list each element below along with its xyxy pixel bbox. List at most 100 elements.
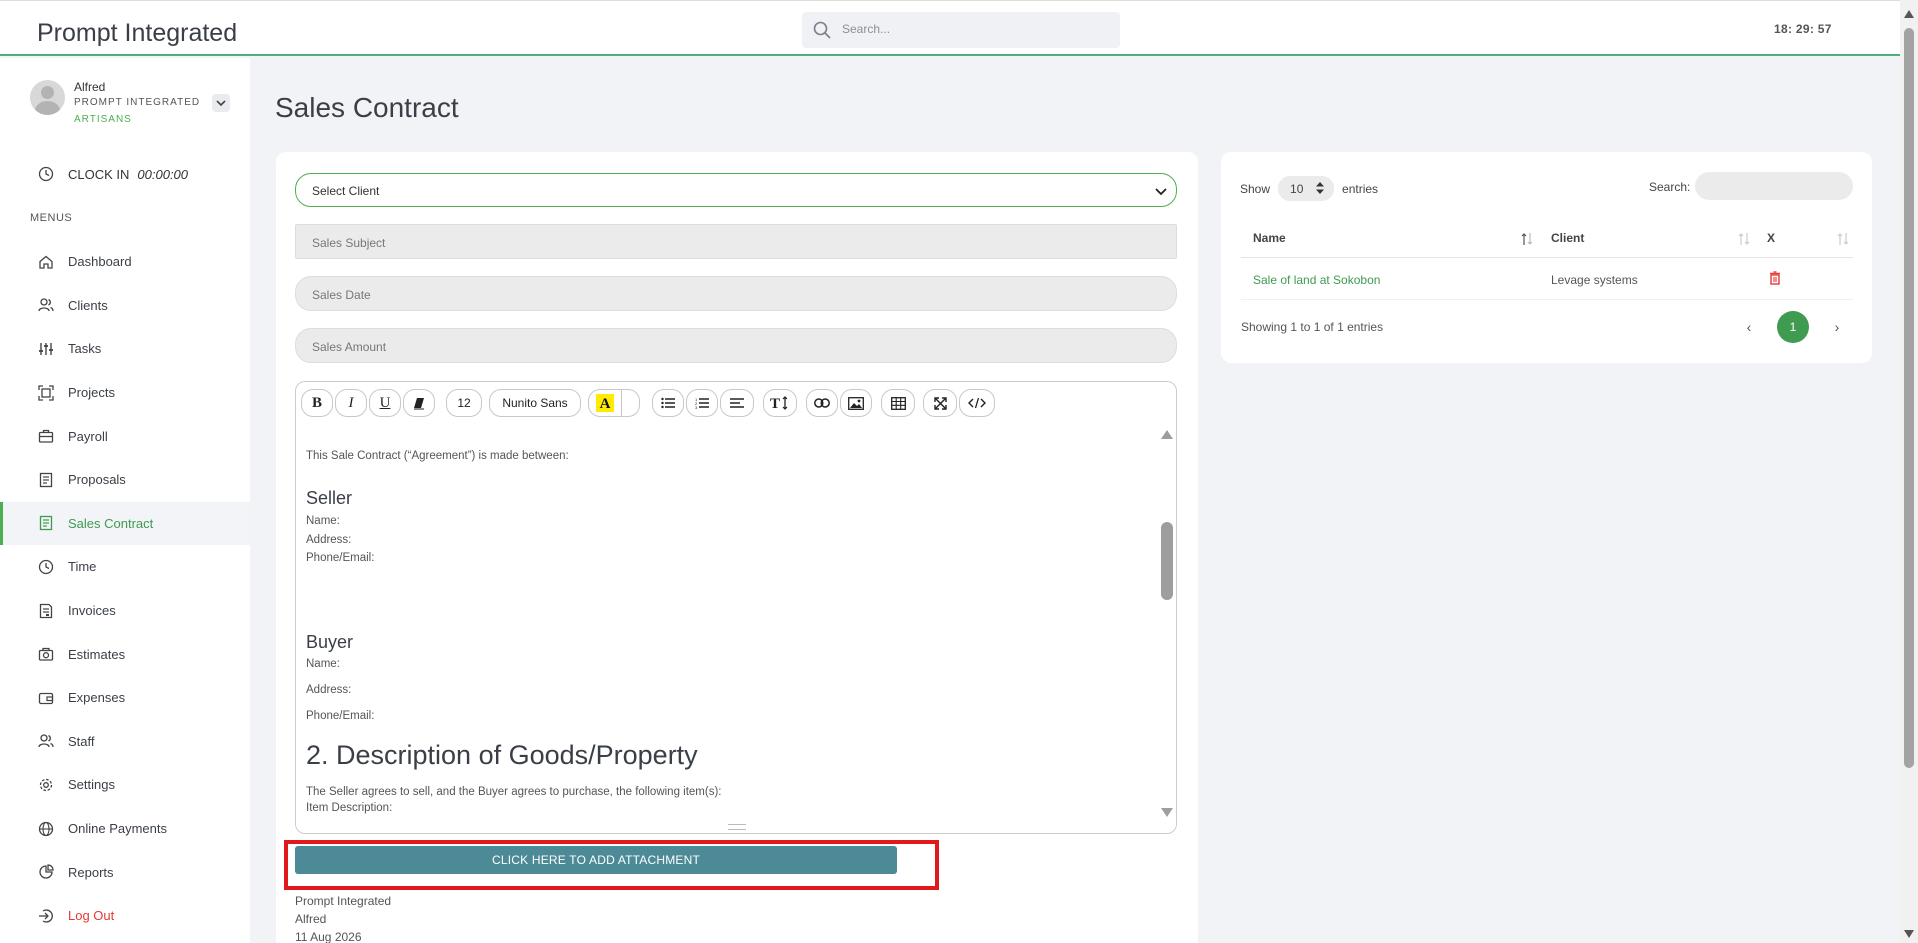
sidebar-item-proposals[interactable]: Proposals <box>0 458 250 502</box>
sidebar-item-settings[interactable]: Settings <box>0 763 250 807</box>
italic-button[interactable]: I <box>335 389 367 417</box>
users-icon <box>38 734 54 748</box>
insert-image-button[interactable] <box>840 389 872 417</box>
sidebar-item-label: Proposals <box>68 472 126 488</box>
sidebar-item-payroll[interactable]: Payroll <box>0 414 250 458</box>
font-size-dropdown[interactable]: 12 <box>446 389 482 417</box>
rich-text-editor[interactable]: B I U 12 Nunito Sans A 123 T This Sale C… <box>295 381 1177 834</box>
sidebar: Alfred PROMPT INTEGRATED ARTISANS CLOCK … <box>0 58 250 943</box>
entries-select[interactable]: 10 <box>1278 176 1335 201</box>
sidebar-item-clients[interactable]: Clients <box>0 284 250 328</box>
fullscreen-button[interactable] <box>923 389 957 417</box>
chevron-down-icon <box>1155 188 1167 196</box>
scrollbar-thumb[interactable] <box>1904 28 1914 768</box>
editor-scrollbar[interactable] <box>1158 422 1176 822</box>
contract-client: Levage systems <box>1551 273 1638 287</box>
user-name: Alfred <box>74 80 106 94</box>
sidebar-item-tasks[interactable]: Tasks <box>0 327 250 371</box>
svg-text:3: 3 <box>695 405 698 409</box>
insert-table-button[interactable] <box>881 389 915 417</box>
sidebar-item-online-payments[interactable]: Online Payments <box>0 807 250 851</box>
sidebar-item-label: Staff <box>68 733 95 749</box>
document-icon <box>39 472 53 487</box>
editor-scroll-down[interactable] <box>1161 808 1173 817</box>
bullet-list-button[interactable] <box>652 389 684 417</box>
sidebar-item-label: Settings <box>68 777 115 793</box>
clear-format-button[interactable] <box>403 389 435 417</box>
expand-icon <box>933 396 947 410</box>
sidebar-item-log-out[interactable]: Log Out <box>0 894 250 938</box>
sales-date-input[interactable]: Sales Date <box>295 276 1177 311</box>
brand-title[interactable]: Prompt Integrated <box>37 19 237 48</box>
sidebar-item-staff[interactable]: Staff <box>0 720 250 764</box>
sidebar-item-sales-contract[interactable]: Sales Contract <box>0 501 250 546</box>
font-family-dropdown[interactable]: Nunito Sans <box>489 389 581 417</box>
text-color-button[interactable]: A <box>588 389 640 417</box>
sidebar-item-label: Invoices <box>68 603 116 619</box>
sliders-icon <box>39 342 53 355</box>
sidebar-item-estimates[interactable]: Estimates <box>0 632 250 676</box>
search-icon <box>813 21 831 39</box>
add-attachment-button[interactable]: CLICK HERE TO ADD ATTACHMENT <box>295 846 897 874</box>
sales-subject-placeholder: Sales Subject <box>312 236 386 250</box>
editor-resize-handle[interactable] <box>728 824 746 830</box>
sidebar-item-label: Payroll <box>68 428 108 444</box>
eraser-icon <box>414 398 424 410</box>
footer-user: Alfred <box>295 912 327 926</box>
column-header-name[interactable]: Name <box>1253 231 1286 245</box>
user-menu-toggle[interactable] <box>212 94 230 112</box>
sidebar-item-label: Clients <box>68 297 108 313</box>
sidebar-item-invoices[interactable]: Invoices <box>0 589 250 633</box>
sidebar-item-reports[interactable]: Reports <box>0 850 250 894</box>
users-icon <box>38 298 54 312</box>
section2-next: Item Description: <box>306 802 393 814</box>
insert-link-button[interactable] <box>806 389 838 417</box>
sidebar-item-label: Tasks <box>68 341 102 357</box>
column-header-x[interactable]: X <box>1767 231 1775 245</box>
buyer-heading: Buyer <box>306 632 354 652</box>
previous-page-button[interactable]: ‹ <box>1741 319 1757 335</box>
text-color-icon: A <box>596 394 614 412</box>
contract-name-link[interactable]: Sale of land at Sokobon <box>1253 273 1380 287</box>
scroll-down-arrow[interactable] <box>1904 930 1914 938</box>
sales-subject-input[interactable]: Sales Subject <box>295 224 1177 259</box>
sales-contracts-table: Show 10 entries Search: Name Client X Sa… <box>1221 152 1872 363</box>
code-view-button[interactable] <box>959 389 995 417</box>
align-button[interactable] <box>720 389 754 417</box>
sales-amount-input[interactable]: Sales Amount <box>295 328 1177 363</box>
scroll-up-arrow[interactable] <box>1904 10 1914 18</box>
sort-icon[interactable] <box>1738 232 1750 246</box>
estimate-icon <box>38 647 54 661</box>
sidebar-item-dashboard[interactable]: Dashboard <box>0 240 250 284</box>
bold-button[interactable]: B <box>301 389 333 417</box>
current-page-button[interactable]: 1 <box>1777 311 1809 343</box>
chevron-down-icon <box>216 100 226 107</box>
avatar <box>30 80 65 115</box>
home-icon <box>39 255 53 269</box>
sort-icon[interactable] <box>1837 232 1849 246</box>
pagination: ‹ 1 › <box>1741 311 1845 343</box>
clock-in-time: 00:00:00 <box>137 166 189 182</box>
editor-content[interactable]: This Sale Contract (“Agreement”) is made… <box>306 432 1146 824</box>
editor-scroll-thumb[interactable] <box>1161 522 1173 600</box>
next-page-button[interactable]: › <box>1829 319 1845 335</box>
page-scrollbar[interactable] <box>1900 0 1918 943</box>
sort-icon[interactable] <box>1521 232 1533 246</box>
select-client-dropdown[interactable]: Select Client <box>295 173 1177 207</box>
sidebar-item-time[interactable]: Time <box>0 545 250 589</box>
column-header-client[interactable]: Client <box>1551 231 1584 245</box>
underline-button[interactable]: U <box>369 389 401 417</box>
global-search-input[interactable]: Search... <box>802 12 1120 48</box>
code-icon <box>968 397 986 409</box>
line-height-button[interactable]: T <box>763 389 797 417</box>
bullet-list-icon <box>661 397 675 409</box>
table-search-input[interactable] <box>1695 172 1853 200</box>
section2-text: The Seller agrees to sell, and the Buyer… <box>306 786 722 798</box>
sidebar-item-expenses[interactable]: Expenses <box>0 676 250 720</box>
entries-label: entries <box>1342 181 1379 196</box>
clock-in-button[interactable]: CLOCK IN 00:00:00 <box>38 166 188 182</box>
sidebar-item-projects[interactable]: Projects <box>0 371 250 415</box>
numbered-list-button[interactable]: 123 <box>686 389 718 417</box>
trash-icon[interactable] <box>1769 271 1781 285</box>
editor-scroll-up[interactable] <box>1161 430 1173 439</box>
